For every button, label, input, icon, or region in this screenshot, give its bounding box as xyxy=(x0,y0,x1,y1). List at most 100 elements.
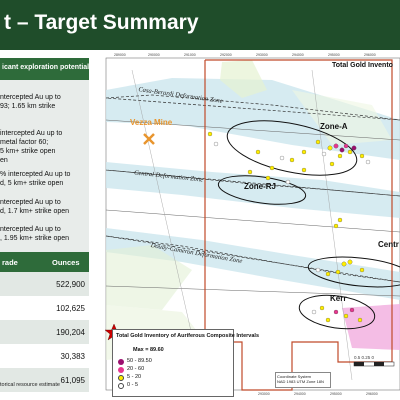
drill-point xyxy=(269,165,275,171)
table-row: 61,095 xyxy=(0,368,89,392)
table-header: rade Ounces xyxy=(0,252,89,272)
potential-heading: icant exploration potential xyxy=(0,58,89,80)
drill-point xyxy=(329,161,335,167)
drill-point xyxy=(285,179,291,185)
legend-entry: 20 - 60 xyxy=(127,366,145,372)
tick-label: 296000 xyxy=(366,392,378,396)
tick-label: 291000 xyxy=(184,53,196,57)
drill-point xyxy=(339,147,345,153)
ounces-cell: 102,625 xyxy=(56,304,85,313)
zone-label: Zone-RJ xyxy=(244,182,276,191)
item-line: 5 km+ strike open xyxy=(0,148,56,155)
ounces-cell: 522,900 xyxy=(56,280,85,289)
tick-label: 290000 xyxy=(148,53,160,57)
left-panel: icant exploration potential ntercepted A… xyxy=(0,50,92,400)
ounces-cell: 30,383 xyxy=(60,352,85,361)
drill-point xyxy=(279,155,285,161)
drill-point xyxy=(337,153,343,159)
page-title: t – Target Summary xyxy=(4,11,199,34)
legend-swatch xyxy=(118,383,124,389)
legend-title: Total Gold Inventory of Auriferous Compo… xyxy=(116,333,260,339)
column-header: rade xyxy=(2,258,18,267)
drill-point xyxy=(347,149,353,155)
drill-point xyxy=(301,149,307,155)
drill-point xyxy=(327,145,333,151)
tick-label: 293000 xyxy=(258,392,270,396)
list-item: % intercepted Au up to d, 5 km+ strike o… xyxy=(0,170,89,188)
scale-bar-segment xyxy=(354,362,364,366)
drill-point xyxy=(337,217,343,223)
coordinate-system-box: Coordinate System NAD 1983 UTM Zone 18N xyxy=(275,372,331,388)
legend-entry: 50 - 89.50 xyxy=(127,358,152,364)
list-item: ntercepted Au up to d, 1.7 km+ strike op… xyxy=(0,198,89,216)
tick-label: 295000 xyxy=(328,53,340,57)
zone-label: Centr xyxy=(378,240,399,249)
drill-point xyxy=(351,145,357,151)
tick-label: 292000 xyxy=(220,53,232,57)
drill-point xyxy=(333,143,339,149)
drill-point xyxy=(321,151,327,157)
zone-label: Zone-A xyxy=(320,122,348,131)
ounces-cell: 61,095 xyxy=(60,376,85,385)
coord-line: NAD 1983 UTM Zone 18N xyxy=(277,379,324,384)
legend-swatch xyxy=(118,375,124,381)
item-line: intercepted Au up to xyxy=(0,130,63,137)
drill-point xyxy=(335,269,341,275)
list-item: ntercepted Au up to , 1.95 km+ strike op… xyxy=(0,225,89,243)
drill-point xyxy=(333,309,339,315)
item-line: % intercepted Au up to xyxy=(0,171,71,178)
drill-point xyxy=(247,169,253,175)
drill-point xyxy=(311,309,317,315)
legend-swatch xyxy=(118,359,124,365)
tick-label: 293000 xyxy=(256,53,268,57)
drill-point xyxy=(289,157,295,163)
zone-label: Kerr xyxy=(330,294,347,303)
drill-point xyxy=(357,317,363,323)
drill-point xyxy=(365,159,371,165)
drill-point xyxy=(255,149,261,155)
drill-point xyxy=(347,259,353,265)
drill-point xyxy=(341,261,347,267)
item-line: 93; 1.65 km strike xyxy=(0,103,56,110)
legend-entry: 5 - 20 xyxy=(127,374,142,380)
mine-label: Vezza Mine xyxy=(130,118,173,127)
drill-point xyxy=(325,317,331,323)
tick-label: 289000 xyxy=(114,53,126,57)
map-legend: Total Gold Inventory of Auriferous Compo… xyxy=(112,329,259,397)
drill-point xyxy=(319,305,325,311)
legend-entry: 0 - 5 xyxy=(127,382,139,388)
list-item: ntercepted Au up to 93; 1.65 km strike xyxy=(0,93,89,111)
drill-point xyxy=(359,153,365,159)
tick-label: 294000 xyxy=(292,53,304,57)
drill-point xyxy=(333,223,339,229)
tick-label: 295000 xyxy=(330,392,342,396)
table-row: 190,204 xyxy=(0,320,89,344)
item-line: , 1.95 km+ strike open xyxy=(0,235,70,242)
map-title: Total Gold Invento xyxy=(332,62,393,69)
item-line: metal factor 60; xyxy=(0,139,49,146)
item-line: ntercepted Au up to xyxy=(0,226,61,233)
ounces-cell: 190,204 xyxy=(56,328,85,337)
scale-bar-segment xyxy=(374,362,384,366)
column-header: Ounces xyxy=(52,258,80,267)
drill-point xyxy=(315,139,321,145)
item-line: ntercepted Au up to xyxy=(0,199,61,206)
drill-point xyxy=(213,141,219,147)
table-row: 102,625 xyxy=(0,296,89,320)
item-line: d, 1.7 km+ strike open xyxy=(0,208,70,215)
header-bar: t – Target Summary xyxy=(0,0,400,50)
table-row: 522,900 xyxy=(0,272,89,296)
resource-table: rade Ounces 522,900 102,625 190,204 30,3… xyxy=(0,252,89,392)
drill-point xyxy=(265,175,271,181)
item-line: en xyxy=(0,157,8,164)
drill-point xyxy=(359,267,365,273)
table-row: 30,383 xyxy=(0,344,89,368)
drill-point xyxy=(343,143,349,149)
item-line: d, 5 km+ strike open xyxy=(0,180,64,187)
list-item: intercepted Au up to metal factor 60; 5 … xyxy=(0,129,89,165)
drill-point xyxy=(325,271,331,277)
item-line: ntercepted Au up to xyxy=(0,94,61,101)
scale-label: 0.5 0.25 0 xyxy=(354,355,375,360)
drill-point xyxy=(343,313,349,319)
drill-point xyxy=(315,267,321,273)
